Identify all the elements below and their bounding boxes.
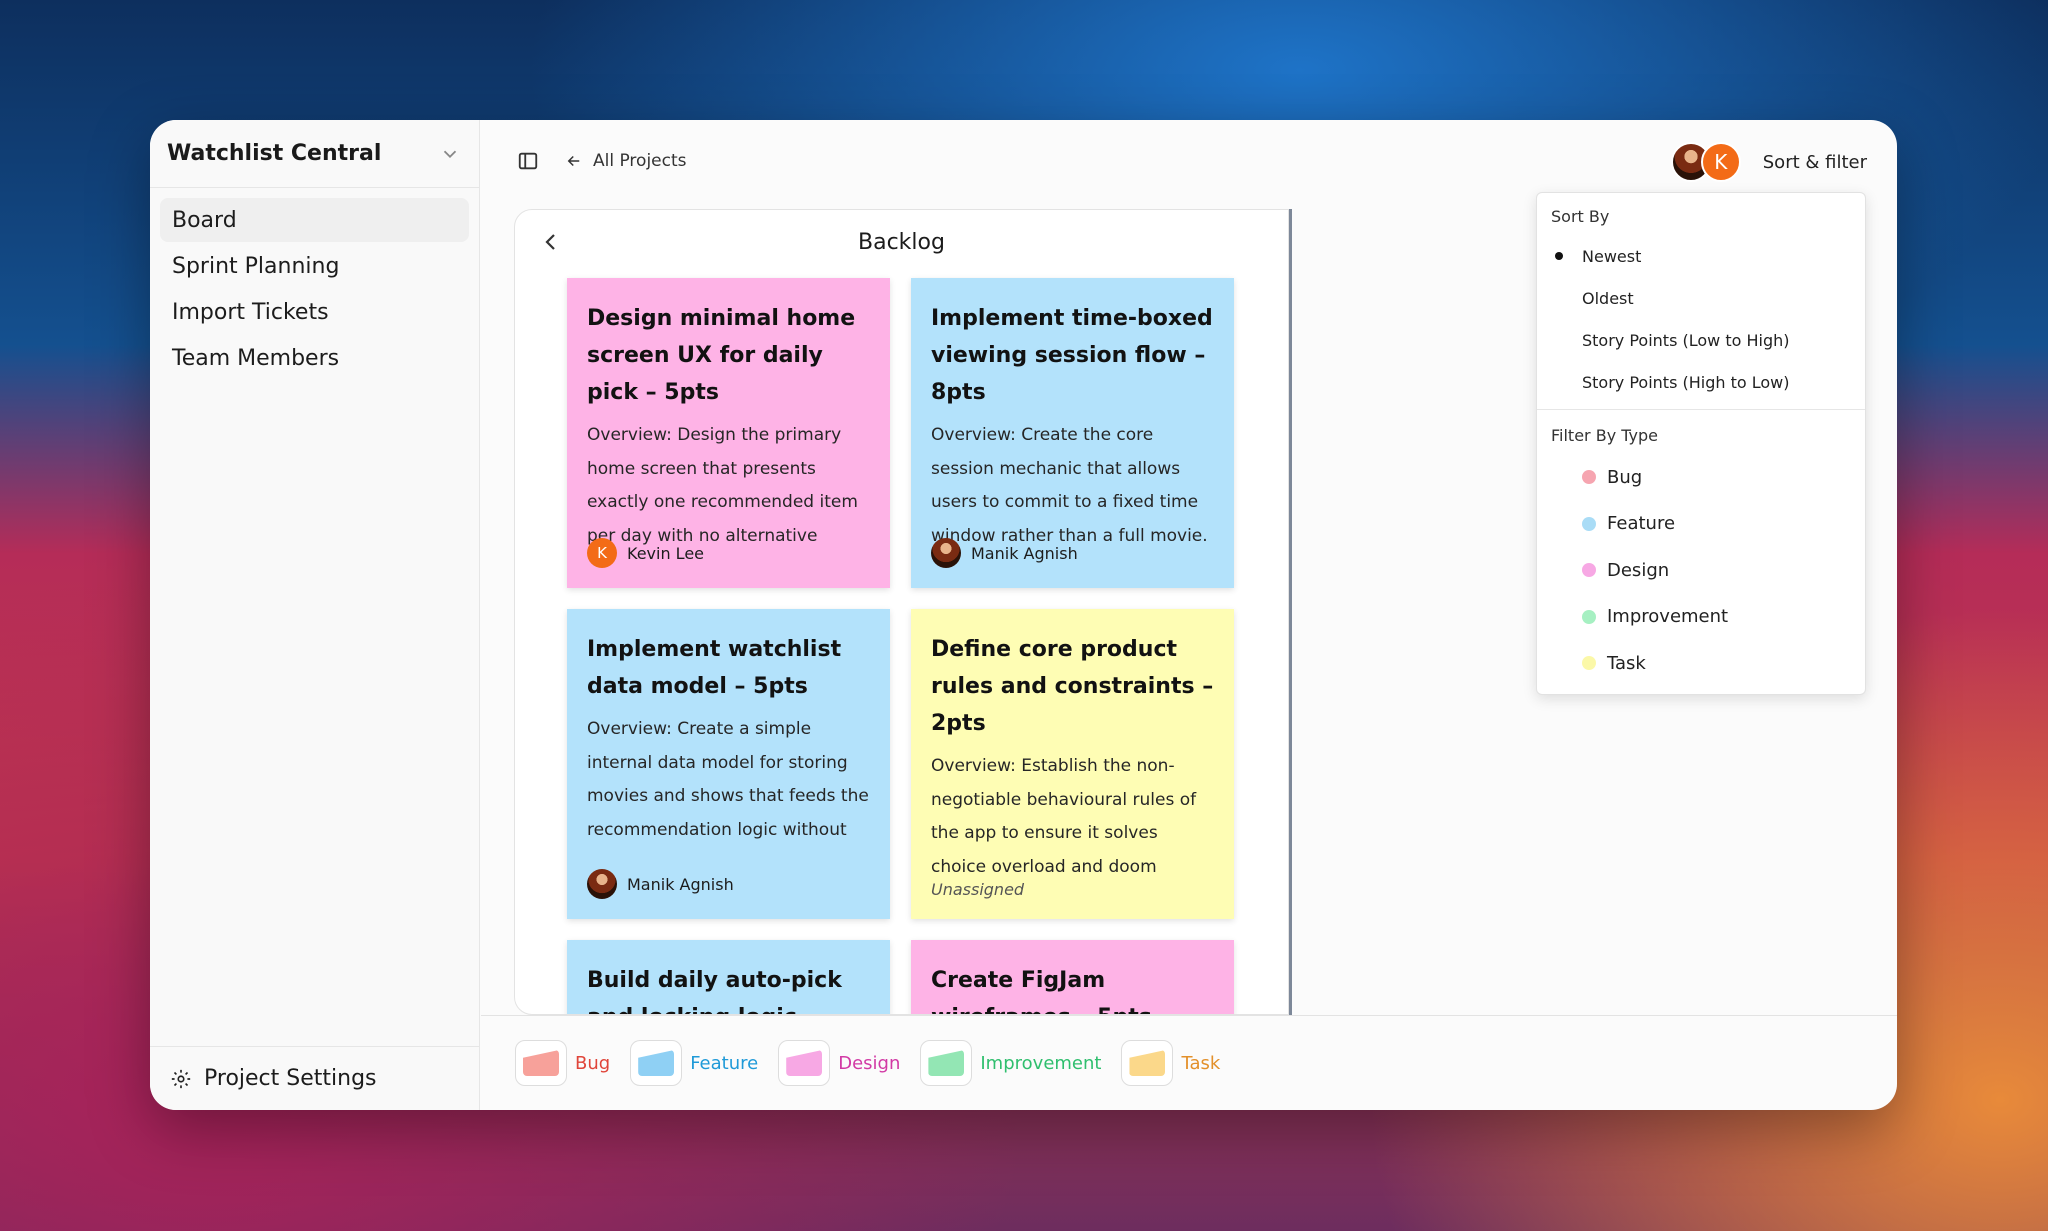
bottom-divider: [481, 1015, 1897, 1016]
chevron-down-icon: [443, 150, 457, 158]
arrow-left-icon: [567, 155, 580, 167]
sidebar-item-sprint-planning[interactable]: Sprint Planning: [160, 244, 469, 288]
filter-by-type-label: Filter By Type: [1551, 425, 1658, 445]
selected-dot-icon: [1555, 252, 1563, 260]
sidebar-item-board[interactable]: Board: [160, 198, 469, 242]
filter-type-design[interactable]: Design: [1537, 547, 1865, 594]
card-assignee: K Kevin Lee: [587, 538, 704, 568]
card-assignee: Unassigned: [931, 880, 1024, 899]
sidebar-item-import-tickets[interactable]: Import Tickets: [160, 290, 469, 334]
sticky-note-icon: [778, 1040, 831, 1086]
assignee-name: Unassigned: [931, 880, 1025, 899]
assignee-name: Kevin Lee: [627, 543, 704, 563]
sidebar-toggle-icon[interactable]: [517, 150, 539, 172]
ticket-card[interactable]: Build daily auto-pick and locking logic …: [567, 940, 890, 1014]
card-description: Overview: Establish the non-negotiable b…: [931, 756, 1197, 877]
option-label: Improvement: [1607, 606, 1729, 628]
color-dot-icon: [1582, 563, 1596, 577]
ticket-card[interactable]: Design minimal home screen UX for daily …: [567, 278, 890, 588]
legend-design[interactable]: Design: [778, 1040, 900, 1086]
filter-type-improvement[interactable]: Improvement: [1537, 594, 1865, 641]
sort-option-newest[interactable]: Newest: [1537, 235, 1865, 277]
sidebar-item-team-members[interactable]: Team Members: [160, 336, 469, 380]
card-assignee: Manik Agnish: [931, 538, 1078, 568]
option-label: Feature: [1607, 513, 1676, 535]
sort-option-points-high-low[interactable]: Story Points (High to Low): [1537, 361, 1865, 403]
card-title: Create FigJam wireframes – 5pts: [931, 968, 1152, 1014]
backlog-column: Backlog Design minimal home screen UX fo…: [514, 209, 1289, 1015]
sort-by-label: Sort By: [1551, 206, 1610, 226]
avatar: [587, 869, 617, 899]
ticket-card[interactable]: Create FigJam wireframes – 5pts: [911, 940, 1234, 1014]
column-divider: [1289, 209, 1292, 1015]
menu-divider: [1537, 409, 1865, 410]
card-description: Overview: Create the core session mechan…: [931, 425, 1208, 546]
type-legend: Bug Feature Design Improvement Task: [515, 1040, 1240, 1086]
card-assignee: Manik Agnish: [587, 869, 734, 899]
avatar-kevin[interactable]: K: [1700, 142, 1741, 182]
chevron-left-icon[interactable]: [539, 230, 563, 254]
ticket-card[interactable]: Implement watchlist data model – 5pts Ov…: [567, 609, 890, 919]
legend-label: Improvement: [980, 1052, 1102, 1074]
sort-filter-menu: Sort By Newest Oldest Story Points (Low …: [1536, 192, 1866, 695]
option-label: Task: [1607, 652, 1646, 674]
assignee-name: Manik Agnish: [627, 874, 734, 894]
card-grid: Design minimal home screen UX for daily …: [567, 278, 1234, 1014]
workspace-name: Watchlist Central: [167, 141, 382, 166]
legend-label: Task: [1181, 1052, 1221, 1074]
color-dot-icon: [1582, 609, 1596, 624]
workspace-switcher[interactable]: Watchlist Central: [150, 120, 479, 188]
card-description: Overview: Design the primary home screen…: [587, 425, 858, 546]
ticket-card[interactable]: Implement time-boxed viewing session flo…: [911, 278, 1234, 588]
avatar: [931, 538, 961, 568]
legend-bug[interactable]: Bug: [515, 1040, 610, 1086]
card-title: Design minimal home screen UX for daily …: [587, 306, 856, 405]
sort-option-points-low-high[interactable]: Story Points (Low to High): [1537, 319, 1865, 361]
gear-icon: [171, 1069, 191, 1088]
assignee-name: Manik Agnish: [971, 543, 1078, 563]
legend-task[interactable]: Task: [1121, 1040, 1220, 1086]
sticky-note-icon: [1121, 1040, 1174, 1086]
project-settings-label: Project Settings: [204, 1066, 377, 1091]
color-dot-icon: [1582, 656, 1596, 670]
sort-option-oldest[interactable]: Oldest: [1537, 277, 1865, 319]
sticky-note-icon: [515, 1040, 567, 1086]
project-settings-button[interactable]: Project Settings: [150, 1046, 479, 1110]
option-label: Newest: [1582, 246, 1642, 266]
card-title: Define core product rules and constraint…: [931, 637, 1214, 736]
option-label: Story Points (Low to High): [1582, 330, 1790, 350]
filter-type-feature[interactable]: Feature: [1537, 501, 1865, 548]
card-title: Build daily auto-pick and locking logic …: [587, 968, 842, 1014]
sticky-note-icon: [920, 1040, 973, 1086]
sidebar-nav: Board Sprint Planning Import Tickets Tea…: [150, 188, 479, 392]
legend-improvement[interactable]: Improvement: [920, 1040, 1101, 1086]
color-dot-icon: [1582, 516, 1596, 531]
option-label: Bug: [1607, 466, 1643, 488]
option-label: Oldest: [1582, 288, 1634, 308]
all-projects-label: All Projects: [593, 151, 687, 171]
color-dot-icon: [1582, 470, 1596, 484]
sticky-note-icon: [630, 1040, 683, 1086]
option-label: Story Points (High to Low): [1582, 372, 1790, 392]
card-description: Overview: Create a simple internal data …: [587, 719, 869, 840]
filter-type-task[interactable]: Task: [1537, 640, 1865, 687]
option-label: Design: [1607, 559, 1670, 581]
card-title: Implement watchlist data model – 5pts: [587, 637, 842, 699]
legend-label: Feature: [690, 1052, 759, 1074]
ticket-card[interactable]: Define core product rules and constraint…: [911, 609, 1234, 919]
sidebar: Watchlist Central Board Sprint Planning …: [150, 120, 480, 1110]
sort-filter-button[interactable]: Sort & filter: [1763, 152, 1867, 173]
filter-type-bug[interactable]: Bug: [1537, 454, 1865, 501]
card-title: Implement time-boxed viewing session flo…: [931, 306, 1213, 405]
legend-feature[interactable]: Feature: [630, 1040, 758, 1086]
legend-label: Design: [838, 1052, 901, 1074]
legend-label: Bug: [575, 1052, 611, 1074]
all-projects-link[interactable]: All Projects: [565, 151, 687, 171]
column-title: Backlog: [858, 229, 945, 255]
avatar: K: [587, 538, 617, 568]
app-window: Watchlist Central Board Sprint Planning …: [150, 120, 1897, 1110]
